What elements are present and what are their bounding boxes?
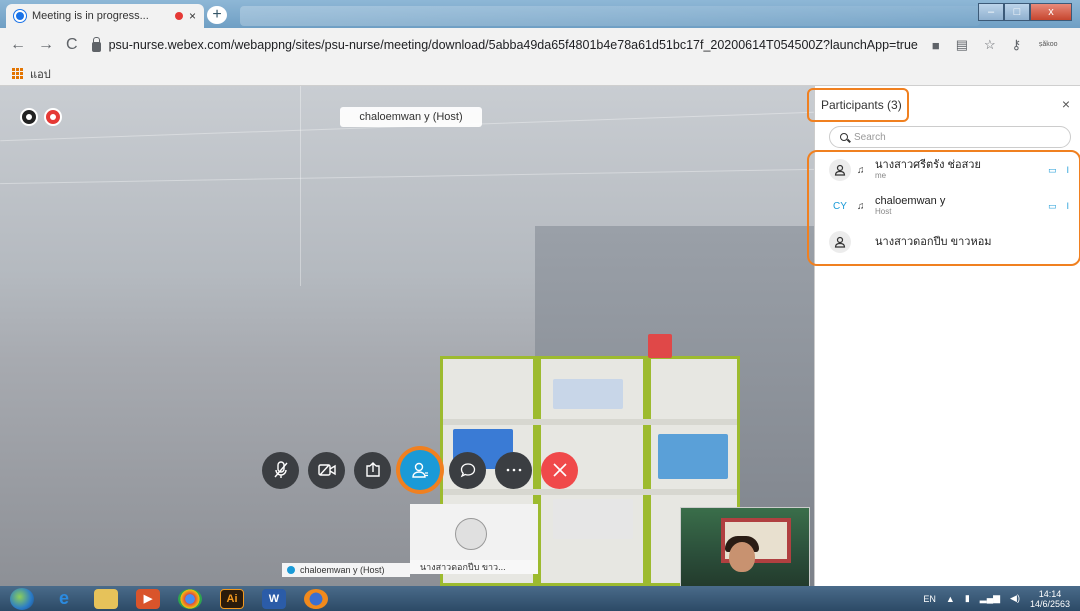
illustrator-icon[interactable]: Ai [220,588,244,609]
self-view-video[interactable] [680,507,810,586]
start-button[interactable] [10,587,34,610]
participants-icon [412,462,428,478]
browser-tab-strip: Meeting is in progress... × + – □ x [0,0,1080,28]
url-text: psu-nurse.webex.com/webappng/sites/psu-n… [108,38,918,52]
media-player-icon[interactable]: ▶ [136,588,160,609]
firefox-icon[interactable] [304,588,328,609]
person-icon [455,518,487,550]
leave-button[interactable] [541,451,578,489]
more-button[interactable] [495,451,532,489]
participants-button[interactable] [400,450,440,490]
avatar-initials: CY [829,195,851,217]
clock[interactable]: 14:14 14/6/2563 [1030,589,1070,609]
mic-icon[interactable]: ǀ [1067,201,1069,212]
video-icon[interactable]: ▭ [1048,165,1057,176]
more-icon [506,468,521,472]
address-bar-row: ← → C psu-nurse.webex.com/webappng/sites… [0,28,1080,62]
participant-row[interactable]: CY ♫ chaloemwan y Host ▭ ǀ [829,190,1069,222]
participant-name: chaloemwan y [875,195,946,207]
participant-row[interactable]: นางสาวดอกปีบ ขาวหอม [829,226,1069,258]
panel-title: Participants (3) [821,98,902,112]
word-icon[interactable]: W [262,588,286,609]
share-button[interactable] [354,451,391,489]
tab-title: Meeting is in progress... [32,10,149,22]
network-icon[interactable]: ▮ [965,593,970,604]
key-icon[interactable]: ⚷ [1012,37,1022,53]
share-icon [365,462,380,477]
star-icon[interactable]: ☆ [984,37,996,53]
participant-role: Host [875,207,892,216]
meeting-control-bar [262,450,578,490]
window-close-button[interactable]: x [1030,3,1072,21]
camera-icon[interactable]: ■ [932,38,940,53]
panel-close-button[interactable]: × [1062,96,1070,112]
active-speaker-label: chaloemwan y (Host) [340,107,482,127]
attendee-thumbnail[interactable]: นางสาวดอกปีบ ขาว... [410,504,538,574]
lock-icon [91,36,101,52]
mute-button[interactable] [262,451,299,489]
system-tray: EN ▲ ▮ ▂▄▆ ◀) 14:14 14/6/2563 [923,586,1070,611]
chat-button[interactable] [449,451,486,489]
tray-expand-icon[interactable]: ▲ [946,594,955,604]
person-icon [829,231,851,253]
mic-off-icon [273,461,288,478]
recording-indicator-icon [174,12,183,20]
attendee-thumbnail-label: นางสาวดอกปีบ ขาว... [410,560,538,574]
host-thumbnail-label: chaloemwan y (Host) [282,563,410,577]
url-field[interactable]: psu-nurse.webex.com/webappng/sites/psu-n… [91,36,918,52]
participants-panel: Participants (3) × Search ♫ นางสาวศรีตรั… [807,86,1080,586]
translate-icon[interactable]: ▤ [956,37,968,53]
video-button[interactable] [308,451,345,489]
participant-row[interactable]: ♫ นางสาวศรีตรัง ช่อสวย me ▭ ǀ [829,154,1069,186]
participant-role: me [875,171,887,180]
video-icon[interactable]: ▭ [1048,201,1057,212]
record-button[interactable] [44,108,62,126]
search-icon [840,133,848,141]
headset-icon: ♫ [857,164,865,176]
webex-favicon-icon [14,10,26,22]
clock-date: 14/6/2563 [1029,598,1070,609]
new-tab-button[interactable]: + [207,6,227,24]
profile-button[interactable]: ṣăkoo [1037,41,1059,49]
participant-search-input[interactable]: Search [829,126,1071,148]
meeting-video-area: chaloemwan y (Host) [0,86,814,586]
clock-time: 14:14 [1038,588,1062,599]
apps-bookmark-label[interactable]: แอป [30,65,51,83]
video-off-icon [317,464,336,476]
participant-name: นางสาวศรีตรัง ช่อสวย [875,159,981,171]
person-icon [829,159,851,181]
headset-icon: ♫ [857,200,865,212]
internet-explorer-icon[interactable]: e [52,588,76,609]
forward-button[interactable]: → [38,36,54,54]
reload-button[interactable]: C [66,36,78,54]
volume-icon[interactable]: ◀) [1010,593,1020,604]
mic-icon[interactable]: ǀ [1067,165,1069,176]
blurred-window-title [240,6,980,26]
minimize-button[interactable]: – [978,3,1004,21]
address-bar-icons: ■ ▤ ☆ ⚷ ṣăkoo ⋮ [932,37,1080,53]
signal-icon[interactable]: ▂▄▆ [980,593,1000,604]
apps-grid-icon[interactable] [12,67,24,80]
menu-icon[interactable]: ⋮ [1075,37,1080,53]
chrome-icon[interactable] [178,588,202,609]
file-explorer-icon[interactable] [94,588,118,609]
language-indicator[interactable]: EN [923,594,936,604]
close-icon [552,463,567,477]
tab-meeting[interactable]: Meeting is in progress... × [6,4,204,28]
bookmarks-bar: แอป [0,62,1080,86]
windows-taskbar: e ▶ Ai W EN ▲ ▮ ▂▄▆ ◀) 14:14 14/6/2563 [0,586,1080,611]
top-left-controls [20,108,62,126]
search-placeholder: Search [854,131,886,143]
info-button[interactable] [20,108,38,126]
participant-name: นางสาวดอกปีบ ขาวหอม [875,236,992,248]
window-controls: – □ x [978,3,1072,21]
back-button[interactable]: ← [10,36,26,54]
chat-icon [460,463,475,478]
maximize-button[interactable]: □ [1004,3,1030,21]
tab-close-button[interactable]: × [189,9,196,23]
